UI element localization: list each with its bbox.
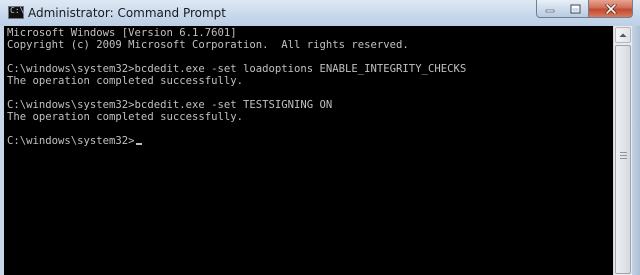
console-line: C:\windows\system32>bcdedit.exe -set loa… bbox=[7, 63, 467, 75]
console-output[interactable]: Microsoft Windows [Version 6.1.7601] Cop… bbox=[4, 26, 613, 275]
command-prompt-icon[interactable]: C:\ bbox=[8, 6, 24, 19]
window-frame-right bbox=[632, 26, 640, 275]
scroll-up-button[interactable] bbox=[615, 27, 631, 43]
close-button[interactable] bbox=[589, 0, 633, 18]
console-line: Microsoft Windows [Version 6.1.7601] bbox=[7, 27, 237, 39]
console-prompt-line[interactable]: C:\windows\system32> bbox=[7, 135, 466, 147]
scrollbar-grip-icon bbox=[620, 152, 627, 161]
window-title: Administrator: Command Prompt bbox=[28, 6, 226, 20]
console-line: C:\windows\system32>bcdedit.exe -set TES… bbox=[7, 99, 333, 111]
console-line: The operation completed successfully. bbox=[7, 75, 243, 87]
minimize-icon bbox=[545, 9, 554, 12]
console-line: Copyright (c) 2009 Microsoft Corporation… bbox=[7, 39, 409, 51]
close-icon bbox=[605, 3, 616, 14]
app-icon-glyph: C:\ bbox=[10, 6, 25, 15]
maximize-icon bbox=[570, 4, 580, 13]
console-prompt: C:\windows\system32> bbox=[7, 135, 135, 147]
minimize-button[interactable] bbox=[536, 0, 563, 18]
command-prompt-window: C:\ Administrator: Command Prompt Micros… bbox=[0, 0, 640, 275]
console-line: The operation completed successfully. bbox=[7, 111, 243, 123]
maximize-button[interactable] bbox=[562, 0, 589, 18]
scrollbar-thumb[interactable] bbox=[615, 45, 631, 274]
vertical-scrollbar[interactable] bbox=[613, 26, 632, 275]
console-lines: Microsoft Windows [Version 6.1.7601] Cop… bbox=[7, 27, 466, 147]
text-cursor bbox=[135, 143, 142, 145]
chevron-up-icon bbox=[619, 33, 627, 37]
title-bar[interactable]: C:\ Administrator: Command Prompt bbox=[0, 0, 640, 26]
